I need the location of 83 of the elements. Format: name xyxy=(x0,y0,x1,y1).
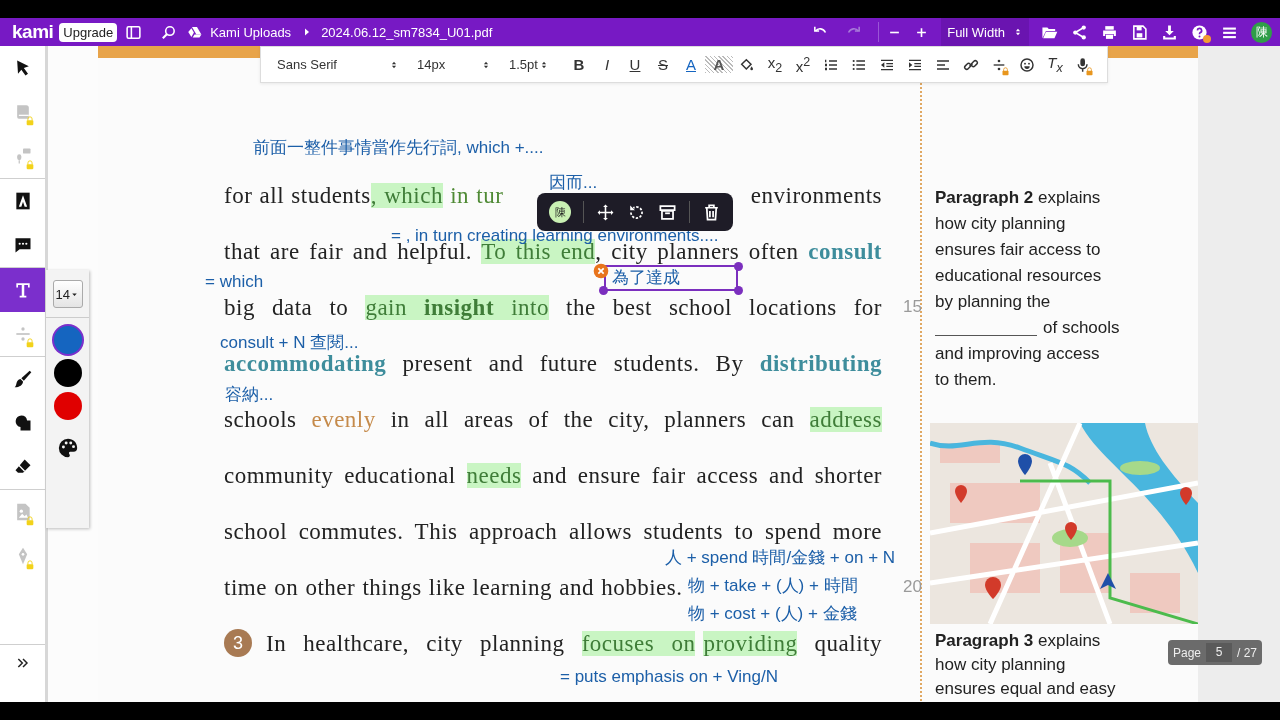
annotation-note[interactable]: 因而... xyxy=(549,173,598,193)
annotation-note[interactable]: 物 + take + (人) + 時間 xyxy=(688,576,858,596)
upgrade-button[interactable]: Upgrade xyxy=(59,22,118,42)
share-icon[interactable] xyxy=(1071,23,1088,41)
strike-button[interactable]: S xyxy=(649,56,677,73)
palette-icon[interactable] xyxy=(56,437,79,459)
archive-icon[interactable] xyxy=(658,202,677,222)
help-icon[interactable] xyxy=(1191,23,1208,41)
text-line: community educational needs and ensure fair access and shorter xyxy=(224,463,882,487)
updown-arrows-icon xyxy=(1013,27,1023,37)
underline-button[interactable]: U xyxy=(621,56,649,73)
printer-icon[interactable] xyxy=(1101,23,1118,41)
search-icon[interactable] xyxy=(160,23,178,41)
text-line: time on other things like learning and hobbies. xyxy=(224,575,683,599)
text-line: school commutes. This approach allows students to spend more xyxy=(224,519,882,543)
annotation-note[interactable]: = which xyxy=(205,272,264,292)
brush-icon xyxy=(12,369,33,389)
page-number-field[interactable]: 5 xyxy=(1206,643,1232,662)
line-number: 20 xyxy=(903,576,922,598)
updown-arrows-icon xyxy=(389,59,399,70)
bold-button[interactable]: B xyxy=(565,56,593,73)
comment-icon xyxy=(12,235,33,255)
paint-bucket-icon[interactable] xyxy=(739,56,755,73)
color-swatch[interactable] xyxy=(53,392,82,420)
delete-icon[interactable] xyxy=(593,263,609,279)
annotation-note[interactable]: 人 + spend 時間/金錢 + on + N xyxy=(665,548,896,568)
highlight-button[interactable]: A xyxy=(705,56,733,73)
color-swatch[interactable] xyxy=(53,359,82,387)
page-label: Page xyxy=(1173,645,1202,660)
clear-button[interactable]: T$_{x}$ xyxy=(1041,54,1069,75)
summary-text: Paragraph 3 explains xyxy=(935,630,1101,652)
annotation-note[interactable]: 前面一整件事情當作先行詞, which +.... xyxy=(253,138,544,158)
updown-arrows-icon xyxy=(481,59,491,70)
tool-button[interactable] xyxy=(0,268,45,312)
color-swatch[interactable] xyxy=(53,326,82,354)
subscript-button[interactable]: x$_{2}$ xyxy=(761,54,789,75)
summary-text: Paragraph 2 explains xyxy=(935,187,1101,209)
zoom-select[interactable]: Full Width xyxy=(941,18,1029,46)
text-box-content[interactable]: 為了達成 xyxy=(612,268,680,288)
summary-text: ensures fair access to xyxy=(935,239,1101,261)
paragraph-number-badge: 3 xyxy=(224,629,252,657)
download-icon[interactable] xyxy=(1161,23,1178,41)
annotation-note[interactable]: 容納... xyxy=(225,385,274,405)
line-number: 15 xyxy=(903,296,922,318)
summary-text: to them. xyxy=(935,369,997,391)
text-line: environments xyxy=(750,183,882,207)
page-total: / 27 xyxy=(1237,645,1257,660)
text-line: In healthcare, city planning focuses on providing quality xyxy=(266,631,882,655)
font-size-select[interactable]: 14px xyxy=(415,57,495,72)
updown-arrows-icon xyxy=(539,59,549,70)
text-line: for all students, which in tur xyxy=(224,183,504,207)
annotation-note[interactable]: consult + N 查閱... xyxy=(220,333,359,353)
summary-text: of schools xyxy=(1043,317,1120,339)
sidebar-toggle-icon[interactable] xyxy=(125,23,143,41)
summary-text: by planning the xyxy=(935,291,1051,313)
move-icon[interactable] xyxy=(596,202,615,222)
triangle-drive-icon xyxy=(187,24,203,40)
breadcrumb-item[interactable]: 2024.06.12_sm7834_U01.pdf xyxy=(321,24,493,40)
resize-handle[interactable] xyxy=(734,262,743,271)
text-line: accommodating present and future students. By distributing xyxy=(224,351,882,375)
author-avatar: 陳 xyxy=(549,201,571,223)
summary-text: ensures equal and easy xyxy=(935,678,1116,700)
text-line: big data to gain insight into the best school locations for xyxy=(224,295,882,319)
summary-text: how city planning xyxy=(935,654,1066,676)
resize-handle[interactable] xyxy=(599,286,608,295)
summary-text: educational resources xyxy=(935,265,1102,287)
text-line: schools evenly in all areas of the city, planners can address xyxy=(224,407,882,431)
breadcrumb-item[interactable]: Kami Uploads xyxy=(210,24,292,40)
font-family-select[interactable]: Sans Serif xyxy=(275,57,403,72)
color-button[interactable]: A xyxy=(677,56,705,73)
annotation-note[interactable]: = puts emphasis on + Ving/N xyxy=(560,667,778,687)
annotation-note[interactable]: 物 + cost + (人) + 金錢 xyxy=(688,604,857,624)
italic-button[interactable]: I xyxy=(593,56,621,73)
smiley-icon[interactable] xyxy=(1019,56,1035,73)
line-width-select[interactable]: 1.5pt xyxy=(507,57,553,72)
microphone-icon[interactable] xyxy=(1075,56,1091,73)
kami-logo[interactable]: kami xyxy=(12,21,54,43)
resize-handle[interactable] xyxy=(734,286,743,295)
superscript-button[interactable]: x$^{2}$ xyxy=(789,54,817,75)
font-size-dropdown[interactable]: 14 xyxy=(52,280,83,308)
summary-text: how city planning xyxy=(935,213,1066,235)
summary-text: and improving access xyxy=(935,343,1100,365)
trash-icon[interactable] xyxy=(702,202,721,222)
